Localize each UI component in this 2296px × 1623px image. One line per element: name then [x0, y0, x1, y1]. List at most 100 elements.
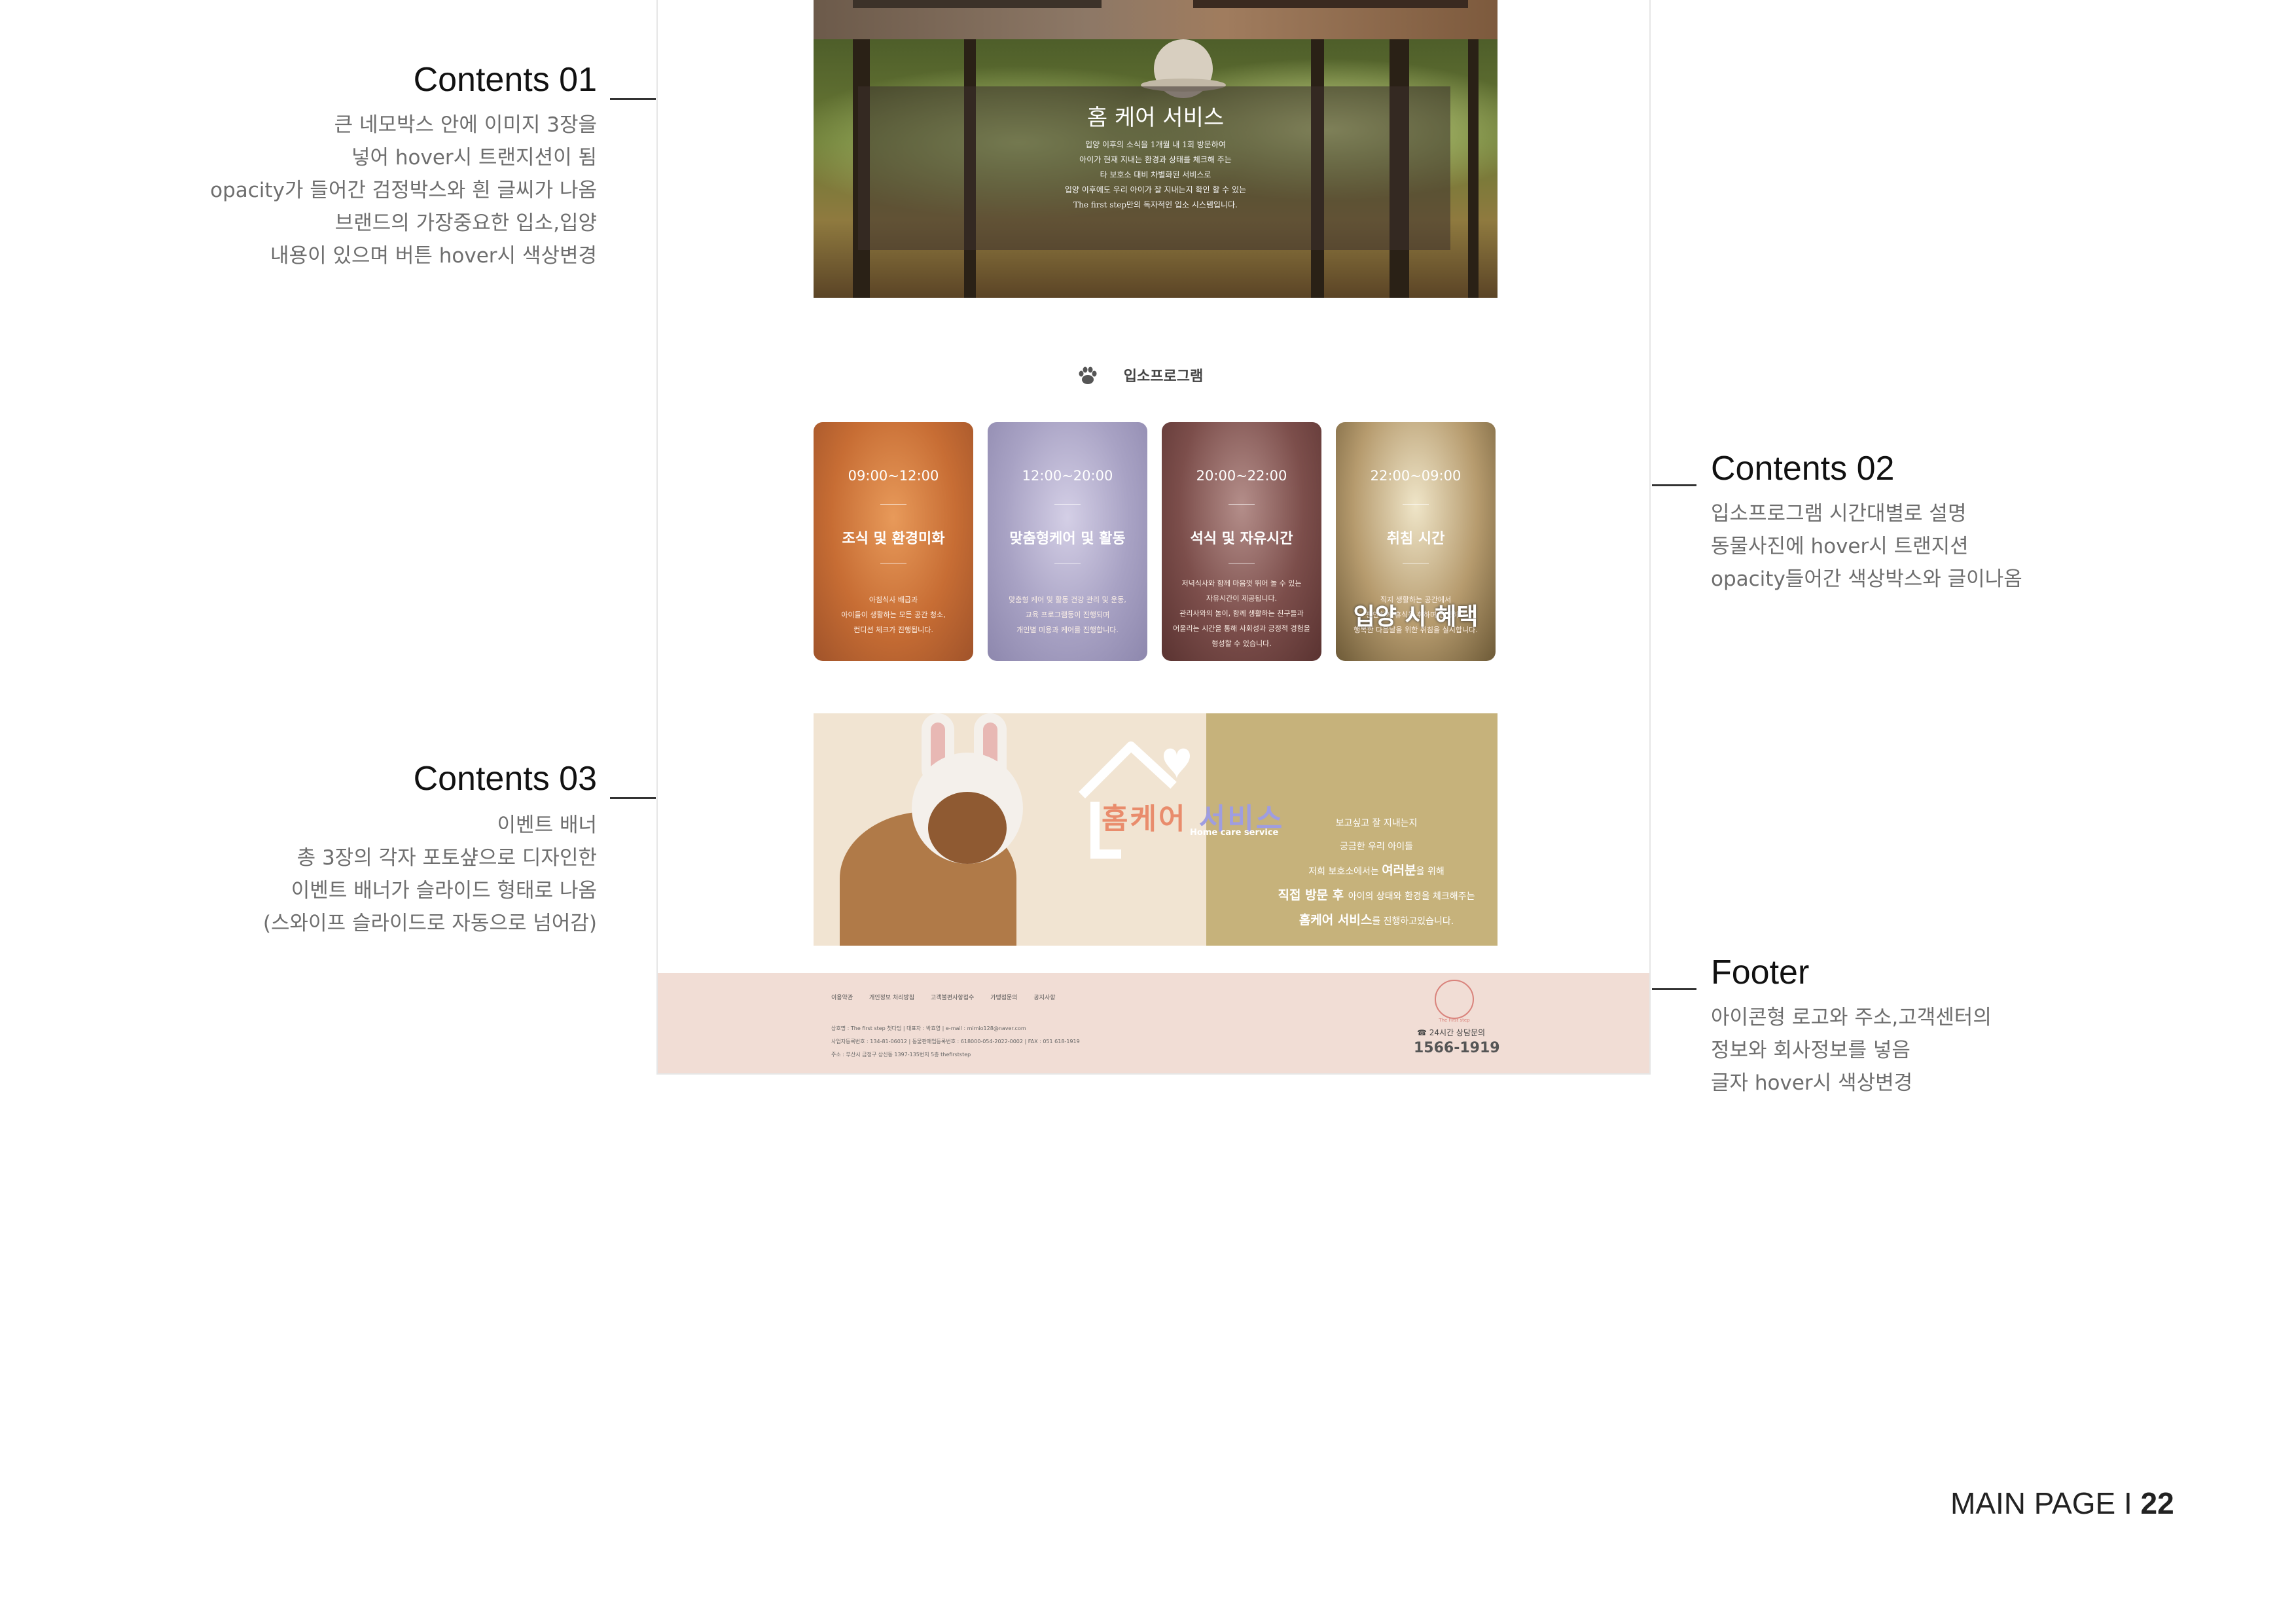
card-desc-line: 어울리는 시간을 통해 사회성과 긍정적 경험을 [1173, 624, 1310, 633]
hero-description: 입양 이후의 소식을 1개월 내 1회 방문하여 아이가 현재 지내는 환경과 … [814, 137, 1498, 213]
banner-line: 저희 보호소에서는 여러분을 위해 [1265, 859, 1488, 883]
footer-nav: 이용약관 개인정보 처리방침 고객불편사항접수 가맹점문의 공지사항 [831, 993, 1070, 1001]
footer-logo-icon[interactable] [1435, 980, 1474, 1019]
hero-title: 홈 케어 서비스 [1086, 105, 1225, 131]
hero-desc-line: 입양 이후에도 우리 아이가 잘 지내는지 확인 할 수 있는 [1064, 185, 1247, 194]
banner-line: 보고싶고 잘 지내는지 [1335, 818, 1418, 829]
card-desc-line: 자유시간이 제공됩니다. [1206, 594, 1278, 603]
banner-line: 직접 방문 후 아이의 상태와 환경을 체크해주는 [1265, 883, 1488, 908]
dog-face [928, 792, 1007, 864]
contents02-title: Contents 02 [1711, 450, 1895, 488]
contents01-line: 큰 네모박스 안에 이미지 3장을 [334, 113, 597, 137]
footer-company-info: 상호명 : The first step 첫다딤 | 대표자 : 박효영 | e… [831, 1022, 1080, 1061]
banner-text: 아이의 상태와 환경을 체크해주는 [1348, 891, 1475, 902]
banner-text-emphasis: 홈케어 서비스 [1299, 913, 1372, 927]
contents02-line: 입소프로그램 시간대별로 설명 [1711, 502, 1967, 526]
card-desc-line: 교육 프로그램등이 진행되며 [1025, 611, 1110, 619]
contents03-line: 총 3장의 각자 포토샾으로 디자인한 [296, 846, 597, 870]
program-card-time: 20:00~22:00 [1196, 468, 1287, 484]
contents02-description: 입소프로그램 시간대별로 설명 동물사진에 hover시 트랜지션 opacit… [1711, 497, 2022, 596]
banner-text-emphasis: 여러분 [1382, 863, 1416, 878]
footer-annotation-description: 아이콘형 로고와 주소,고객센터의 정보와 회사정보를 넣음 글자 hover시… [1711, 1001, 1992, 1099]
hero-desc-line: 타 보호소 대비 차별화된 서비스로 [1100, 170, 1211, 179]
contents03-line: (스와이프 슬라이드로 자동으로 넘어감) [262, 912, 597, 935]
contents01-line: opacity가 들어간 검정박스와 흰 글씨가 나옴 [210, 179, 597, 202]
program-card[interactable]: 20:00~22:00 석식 및 자유시간 저녁식사와 함께 마음껏 뛰어 놀 … [1162, 422, 1321, 661]
program-card[interactable]: 22:00~09:00 취침 시간 직지 생활하는 공간에서 편안하게 휴식을 … [1336, 422, 1496, 661]
footer-info-line: 주소 : 부산시 금정구 상신동 1397-135번지 5층 thefirsts… [831, 1052, 971, 1058]
contents03-line: 이벤트 배너가 슬라이드 형태로 나옴 [291, 879, 597, 902]
contents03-leader [610, 797, 656, 799]
program-card-desc: 저녁식사와 함께 마음껏 뛰어 놀 수 있는 자유시간이 제공됩니다. 관리사와… [1168, 576, 1315, 651]
banner-title-part: 홈케어 [1102, 802, 1187, 836]
program-card-desc: 맞춤형 케어 및 활동 건강 관리 및 운동, 교육 프로그램등이 진행되며 개… [994, 592, 1141, 637]
footer-info-line: 사업자등록번호 : 134-81-06012 | 동물판매업등록번호 : 618… [831, 1039, 1080, 1044]
footer-annotation-line: 글자 hover시 색상변경 [1711, 1071, 1913, 1095]
website-mockup: 홈 케어 서비스 입양 이후의 소식을 1개월 내 1회 방문하여 아이가 현재… [656, 0, 1651, 1075]
card-desc-line: 컨디션 체크가 진행됩니다. [853, 626, 933, 634]
banner-text: 저희 보호소에서는 [1308, 866, 1382, 877]
card-desc-line: 아침식사 배급과 [869, 596, 918, 604]
contents01-line: 내용이 있으며 버튼 hover시 색상변경 [270, 244, 597, 268]
footer-info-line: 상호명 : The first step 첫다딤 | 대표자 : 박효영 | e… [831, 1026, 1026, 1031]
customer-service-label: ☎ 24시간 상담문의 [1417, 1027, 1485, 1038]
event-banner[interactable]: 홈케어 서비스 Home care service 보고싶고 잘 지내는지 궁금… [814, 713, 1498, 946]
banner-text-emphasis: 직접 방문 후 [1278, 888, 1348, 902]
strip-shape [853, 0, 1102, 8]
card-desc-line: 관리사와의 놀이, 함께 생활하는 친구들과 [1179, 609, 1304, 618]
footer-leader [1652, 988, 1696, 990]
contents03-line: 이벤트 배너 [497, 813, 597, 837]
contents03-title: Contents 03 [413, 760, 597, 798]
hero-desc-line: The first step만의 독자적인 입소 시스템입니다. [1073, 200, 1238, 209]
page-number: 22 [2140, 1486, 2174, 1520]
banner-description: 보고싶고 잘 지내는지 궁금한 우리 아이들 저희 보호소에서는 여러분을 위해… [1265, 812, 1488, 933]
card-desc-line: 개인별 미용과 케어를 진행합니다. [1016, 626, 1119, 634]
program-card-name: 조식 및 환경미화 [842, 531, 945, 547]
card-desc-line: 저녁식사와 함께 마음껏 뛰어 놀 수 있는 [1181, 579, 1302, 588]
footer-link[interactable]: 개인정보 처리방침 [869, 995, 914, 1001]
home-care-hero[interactable]: 홈 케어 서비스 입양 이후의 소식을 1개월 내 1회 방문하여 아이가 현재… [814, 39, 1498, 298]
program-card[interactable]: 09:00~12:00 조식 및 환경미화 아침식사 배급과 아이들이 생활하는… [814, 422, 973, 661]
footer-annotation-line: 아이콘형 로고와 주소,고객센터의 [1711, 1006, 1992, 1029]
footer-logo-text: The First step [1439, 1018, 1470, 1023]
footer-link[interactable]: 가맹점문의 [990, 995, 1017, 1001]
program-card-time: 12:00~20:00 [1022, 468, 1113, 484]
banner-line: 홈케어 서비스를 진행하고있습니다. [1265, 908, 1488, 933]
divider [880, 504, 906, 505]
contents01-line: 넣어 hover시 트랜지션이 됨 [351, 146, 597, 169]
page-label-text: MAIN PAGE I [1950, 1486, 2141, 1520]
contents03-description: 이벤트 배너 총 3장의 각자 포토샾으로 디자인한 이벤트 배너가 슬라이드 … [263, 809, 597, 940]
footer-link[interactable]: 공지사항 [1033, 995, 1055, 1001]
divider [1054, 504, 1081, 505]
divider [1403, 504, 1429, 505]
card-desc-line: 맞춤형 케어 및 활동 건강 관리 및 운동, [1009, 596, 1126, 604]
program-card-time: 09:00~12:00 [848, 468, 939, 484]
phone-icon: ☎ [1417, 1028, 1429, 1037]
banner-text: 을 위해 [1416, 866, 1444, 877]
divider [1229, 504, 1255, 505]
hero-desc-line: 입양 이후의 소식을 1개월 내 1회 방문하여 [1085, 140, 1226, 149]
hero-desc-line: 아이가 현재 지내는 환경과 상태를 체크해 주는 [1079, 155, 1232, 164]
contents02-line: 동물사진에 hover시 트랜지션 [1711, 535, 1969, 558]
hero-top-strip-image [814, 0, 1498, 39]
strip-shape [1193, 0, 1468, 8]
contents01-leader [610, 98, 656, 100]
banner-text: 를 진행하고있습니다. [1372, 916, 1454, 927]
customer-service-phone: 1566-1919 [1414, 1040, 1500, 1056]
footer-link[interactable]: 고객불편사항접수 [931, 995, 974, 1001]
footer-link[interactable]: 이용약관 [831, 995, 853, 1001]
adoption-benefit-overlay: 입양 시 혜택 [1353, 603, 1479, 630]
program-card[interactable]: 12:00~20:00 맞춤형케어 및 활동 맞춤형 케어 및 활동 건강 관리… [988, 422, 1147, 661]
program-card-name: 취침 시간 [1386, 531, 1445, 547]
card-desc-line: 아이들이 생활하는 모든 공간 청소, [841, 611, 946, 619]
page-label: MAIN PAGE I 22 [1950, 1486, 2174, 1521]
program-card-desc: 아침식사 배급과 아이들이 생활하는 모든 공간 청소, 컨디션 체크가 진행됩… [820, 592, 967, 637]
footer-annotation-title: Footer [1711, 954, 1810, 991]
program-card-name: 석식 및 자유시간 [1190, 531, 1293, 547]
program-heading: 입소프로그램 [1123, 368, 1204, 385]
site-footer: 이용약관 개인정보 처리방침 고객불편사항접수 가맹점문의 공지사항 상호명 :… [658, 973, 1649, 1073]
contents01-line: 브랜드의 가장중요한 입소,입양 [334, 211, 597, 235]
contents02-leader [1652, 484, 1696, 486]
program-card-name: 맞춤형케어 및 활동 [1009, 531, 1126, 547]
contents01-description: 큰 네모박스 안에 이미지 3장을 넣어 hover시 트랜지션이 됨 opac… [210, 109, 597, 272]
